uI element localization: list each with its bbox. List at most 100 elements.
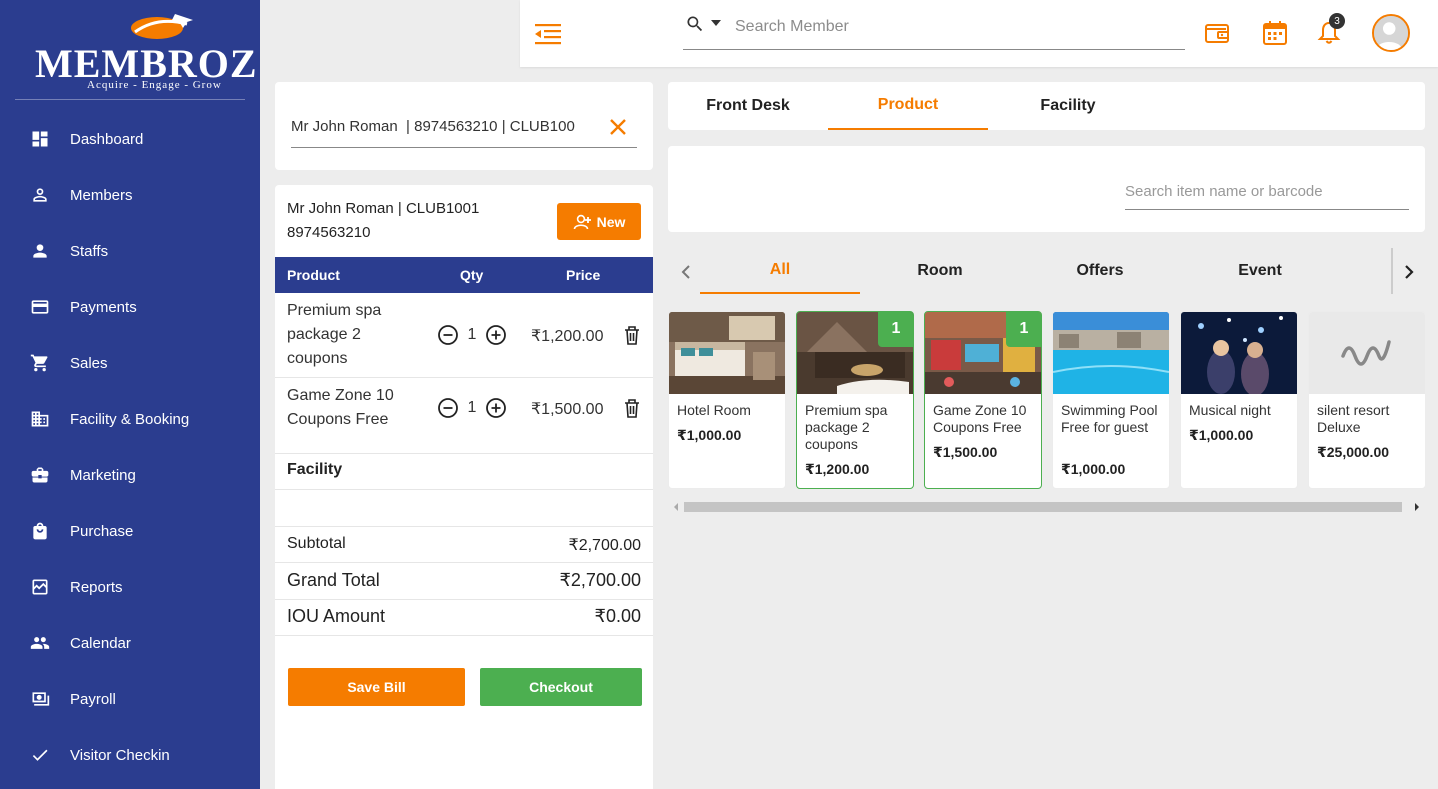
row-qty: 1 [464, 399, 480, 417]
sidebar-item-label: Reports [70, 579, 123, 596]
product-card-swimming-pool[interactable]: Swimming Pool Free for guest ₹1,000.00 [1052, 311, 1170, 489]
bill-member-phone: 8974563210 [287, 221, 479, 245]
menu-collapse-icon[interactable] [534, 21, 562, 47]
chevron-right-icon[interactable] [1397, 260, 1421, 284]
product-name: Hotel Room [677, 402, 781, 419]
scrollbar-thumb[interactable] [684, 502, 1402, 512]
payroll-icon [30, 689, 50, 709]
product-scrollbar[interactable] [668, 500, 1425, 514]
bill-member-name: Mr John Roman | CLUB1001 [287, 197, 479, 221]
category-event[interactable]: Event [1180, 248, 1340, 294]
table-row: Game Zone 10 Coupons Free 1 ₹1,500.00 [275, 378, 653, 454]
people-icon [30, 633, 50, 653]
product-card-premium-spa[interactable]: 1 Premium spa package 2 coupons ₹1,200.0… [796, 311, 914, 489]
row-qty: 1 [464, 326, 480, 344]
sidebar-item-dashboard[interactable]: Dashboard [0, 111, 260, 167]
tab-front-desk[interactable]: Front Desk [668, 82, 828, 130]
avatar[interactable] [1372, 14, 1410, 52]
member-field[interactable]: Mr John Roman | 8974563210 | CLUB100 [291, 112, 637, 148]
sidebar-item-sales[interactable]: Sales [0, 335, 260, 391]
cart-icon [30, 353, 50, 373]
subtotal-row: Subtotal ₹2,700.00 [287, 535, 641, 555]
sidebar-item-calendar[interactable]: Calendar [0, 615, 260, 671]
sidebar-item-purchase[interactable]: Purchase [0, 503, 260, 559]
divider [275, 635, 653, 636]
subtotal-value: ₹2,700.00 [569, 535, 641, 555]
bill-panel: Mr John Roman | CLUB1001 8974563210 New … [275, 185, 653, 789]
sidebar-item-payments[interactable]: Payments [0, 279, 260, 335]
top-bar: 3 [520, 0, 1438, 67]
sidebar-item-facility-booking[interactable]: Facility & Booking [0, 391, 260, 447]
report-icon [30, 577, 50, 597]
delete-icon[interactable] [623, 398, 641, 418]
category-divider [1391, 248, 1393, 294]
row-product-name: Premium spa package 2 coupons [287, 299, 417, 371]
category-offers[interactable]: Offers [1020, 248, 1180, 294]
sidebar-item-members[interactable]: Members [0, 167, 260, 223]
category-tabs: All Room Offers Event [668, 248, 1425, 296]
product-name: Premium spa package 2 coupons [805, 402, 909, 453]
plus-circle-icon[interactable] [485, 397, 507, 419]
new-member-button[interactable]: New [557, 203, 641, 240]
sidebar-item-label: Payroll [70, 691, 116, 708]
product-price: ₹1,000.00 [677, 427, 741, 444]
sidebar-nav: Dashboard Members Staffs Payments Sales … [0, 111, 260, 783]
sidebar-item-label: Dashboard [70, 131, 143, 148]
table-row: Premium spa package 2 coupons 1 ₹1,200.0… [275, 293, 653, 378]
wallet-icon[interactable] [1204, 20, 1230, 46]
calendar-icon[interactable] [1262, 20, 1288, 46]
product-price: ₹1,000.00 [1061, 461, 1125, 478]
divider [275, 562, 653, 563]
member-select-panel: Mr John Roman | 8974563210 | CLUB100 [275, 82, 653, 170]
minus-circle-icon[interactable] [437, 397, 459, 419]
facility-section-label: Facility [287, 461, 342, 479]
minus-circle-icon[interactable] [437, 324, 459, 346]
item-search-input[interactable] [1125, 174, 1409, 210]
sidebar-item-label: Facility & Booking [70, 411, 189, 428]
chevron-down-icon[interactable] [711, 20, 721, 26]
sidebar-item-label: Marketing [70, 467, 136, 484]
bill-member-info: Mr John Roman | CLUB1001 8974563210 [287, 197, 479, 245]
product-price: ₹1,000.00 [1189, 427, 1253, 444]
divider [275, 526, 653, 527]
iou-row: IOU Amount ₹0.00 [287, 606, 641, 627]
search-icon[interactable] [685, 14, 705, 34]
iou-value: ₹0.00 [595, 606, 642, 627]
chevron-left-icon[interactable] [674, 260, 698, 284]
iou-label: IOU Amount [287, 606, 385, 627]
brand-tagline: Acquire - Engage - Grow [87, 79, 222, 91]
sidebar-item-payroll[interactable]: Payroll [0, 671, 260, 727]
product-card-hotel-room[interactable]: Hotel Room ₹1,000.00 [668, 311, 786, 489]
building-icon [30, 409, 50, 429]
tab-facility[interactable]: Facility [988, 82, 1148, 130]
sidebar-item-visitor-checkin[interactable]: Visitor Checkin [0, 727, 260, 783]
product-card-musical-night[interactable]: Musical night ₹1,000.00 [1180, 311, 1298, 489]
product-image [1053, 312, 1169, 394]
checkout-button[interactable]: Checkout [480, 668, 642, 706]
bill-table-header: Product Qty Price [275, 257, 653, 293]
scroll-left-icon[interactable] [672, 503, 680, 511]
sidebar-item-reports[interactable]: Reports [0, 559, 260, 615]
product-image [669, 312, 785, 394]
person-outline-icon [30, 185, 50, 205]
product-card-game-zone[interactable]: 1 Game Zone 10 Coupons Free ₹1,500.00 [924, 311, 1042, 489]
sidebar-item-staffs[interactable]: Staffs [0, 223, 260, 279]
close-icon[interactable] [609, 118, 627, 136]
grand-total-label: Grand Total [287, 570, 380, 591]
sidebar-item-marketing[interactable]: Marketing [0, 447, 260, 503]
category-all[interactable]: All [700, 248, 860, 294]
brand-logo[interactable]: MEMBROZ Acquire - Engage - Grow [15, 6, 245, 100]
scroll-right-icon[interactable] [1413, 503, 1421, 511]
row-price: ₹1,500.00 [531, 399, 603, 419]
product-price: ₹25,000.00 [1317, 444, 1389, 461]
placeholder-image-icon [1309, 312, 1425, 394]
product-card-silent-resort[interactable]: silent resort Deluxe ₹25,000.00 [1308, 311, 1425, 489]
plus-circle-icon[interactable] [485, 324, 507, 346]
search-input[interactable] [735, 18, 1175, 36]
tab-product[interactable]: Product [828, 82, 988, 130]
category-room[interactable]: Room [860, 248, 1020, 294]
save-bill-button[interactable]: Save Bill [288, 668, 465, 706]
shopping-bag-icon [30, 521, 50, 541]
product-cart-count: 1 [878, 311, 914, 347]
delete-icon[interactable] [623, 325, 641, 345]
